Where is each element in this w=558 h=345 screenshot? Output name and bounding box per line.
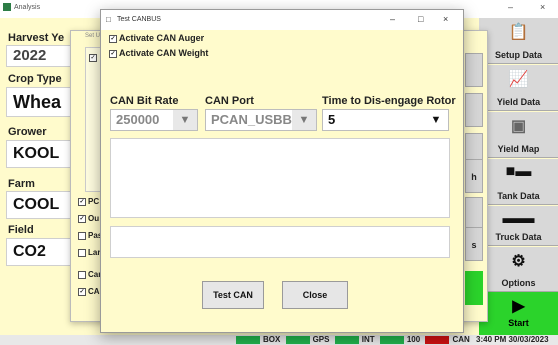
close-button[interactable]: ×	[540, 2, 545, 12]
status-indicator	[236, 335, 260, 344]
chevron-down-icon: ▼	[173, 110, 197, 130]
nav-yield-map[interactable]: ▣ Yield Map	[479, 112, 558, 158]
can-output-area[interactable]	[110, 138, 450, 218]
minimize-button[interactable]: –	[508, 2, 513, 12]
status-indicator	[285, 335, 310, 344]
setup-checkbox[interactable]: ✓	[89, 54, 97, 62]
can-port-select[interactable]: PCAN_USBBU ▼	[205, 109, 317, 131]
canbus-dialog: □ Test CANBUS – □ × ✓ Activate CAN Auger …	[100, 9, 464, 333]
setup-side-button[interactable]	[465, 197, 483, 231]
status-bar: BOX GPS INT 100 CAN 3:40 PM 30/03/2023	[0, 335, 558, 345]
window-icon: □	[106, 15, 111, 24]
chevron-down-icon: ▼	[292, 110, 316, 130]
status-label: GPS	[312, 335, 330, 344]
main-window-title: Analysis	[14, 4, 41, 11]
check-icon: ✓	[109, 34, 117, 43]
status-label: CAN	[452, 335, 470, 344]
status-date: 30/03/2023	[508, 335, 549, 344]
status-indicator	[334, 335, 359, 344]
canbus-minimize-button[interactable]: –	[390, 14, 395, 24]
close-dialog-button[interactable]: Close	[282, 281, 348, 309]
setup-side-button[interactable]	[465, 53, 483, 87]
setup-side-button[interactable]: h	[465, 159, 483, 193]
nav-truck-data[interactable]: ▬▬ Truck Data	[479, 206, 558, 246]
status-label: BOX	[263, 335, 281, 344]
nav-setup-data[interactable]: 📋 Setup Data	[479, 18, 558, 64]
setup-side-button[interactable]: s	[465, 227, 483, 261]
field-label: Field	[8, 224, 34, 236]
app-icon	[3, 3, 11, 11]
clipboard-icon: 📋	[508, 24, 529, 41]
chart-icon: 📈	[508, 71, 529, 88]
status-label: INT	[361, 335, 375, 344]
setup-side-button[interactable]	[465, 93, 483, 127]
status-indicator	[379, 335, 404, 344]
activate-can-weight-checkbox[interactable]: ✓ Activate CAN Weight	[109, 48, 208, 58]
map-icon: ▣	[510, 118, 527, 135]
chevron-down-icon: ▼	[430, 114, 442, 126]
gear-icon: ⚙	[511, 253, 526, 270]
play-icon: ▶	[512, 298, 525, 315]
crop-type-label: Crop Type	[8, 73, 62, 85]
farm-label: Farm	[8, 178, 35, 190]
rotor-time-select[interactable]: 5 ▼	[322, 109, 449, 131]
start-button[interactable]: ▶ Start	[479, 292, 558, 335]
nav-tank-data[interactable]: ■▬ Tank Data	[479, 159, 558, 205]
check-icon: ✓	[109, 49, 117, 58]
setup-green-button[interactable]	[465, 271, 483, 305]
grower-label: Grower	[8, 126, 47, 138]
canbus-titlebar: □ Test CANBUS – □ ×	[101, 10, 463, 30]
nav-options[interactable]: ⚙ Options	[479, 247, 558, 292]
can-port-label: CAN Port	[205, 95, 254, 107]
canbus-maximize-button[interactable]: □	[418, 14, 423, 24]
nav-yield-data[interactable]: 📈 Yield Data	[479, 65, 558, 111]
canbus-title: Test CANBUS	[117, 16, 161, 23]
harvest-year-label: Harvest Ye	[8, 32, 65, 44]
rotor-time-label: Time to Dis-engage Rotor	[322, 95, 456, 107]
truck-icon: ▬▬	[502, 210, 535, 227]
can-bit-rate-select[interactable]: 250000 ▼	[110, 109, 198, 131]
status-label: 100	[406, 335, 421, 344]
status-indicator	[425, 335, 450, 344]
canbus-close-button[interactable]: ×	[443, 14, 448, 24]
tank-icon: ■▬	[505, 163, 532, 180]
activate-can-auger-checkbox[interactable]: ✓ Activate CAN Auger	[109, 33, 204, 43]
can-bit-rate-label: CAN Bit Rate	[110, 95, 179, 107]
can-message-area[interactable]	[110, 226, 450, 258]
test-can-button[interactable]: Test CAN	[202, 281, 264, 309]
status-time: 3:40 PM	[476, 335, 507, 344]
